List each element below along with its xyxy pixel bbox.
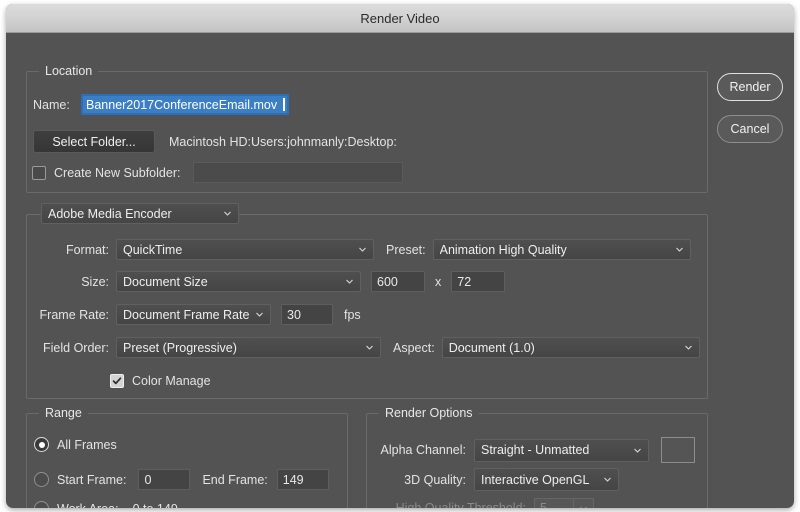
size-value: Document Size <box>123 275 339 289</box>
aspect-label: Aspect: <box>393 341 435 355</box>
field-order-value: Preset (Progressive) <box>123 341 359 355</box>
format-value: QuickTime <box>123 243 352 257</box>
fps-unit-label: fps <box>344 308 361 322</box>
high-quality-threshold-value: 5 <box>540 501 547 508</box>
chevron-down-icon <box>365 343 374 352</box>
create-subfolder-row: Create New Subfolder: <box>32 162 403 183</box>
high-quality-threshold-stepper <box>574 498 594 508</box>
name-input-value: Banner2017ConferenceEmail.mov <box>86 98 277 112</box>
start-frame-radio[interactable] <box>34 472 49 487</box>
all-frames-row[interactable]: All Frames <box>34 437 117 452</box>
encoder-engine-dropdown[interactable]: Adobe Media Encoder <box>41 203 239 224</box>
chevron-down-icon <box>579 504 588 509</box>
field-order-dropdown[interactable]: Preset (Progressive) <box>116 337 381 358</box>
high-quality-threshold-row: High Quality Threshold: 5 <box>372 498 594 508</box>
select-folder-label: Select Folder... <box>52 135 135 149</box>
chevron-down-icon <box>684 343 693 352</box>
folder-row: Select Folder... Macintosh HD:Users:john… <box>33 130 397 153</box>
frame-rate-value: Document Frame Rate <box>123 308 249 322</box>
start-frame-row: Start Frame: 0 End Frame: 149 <box>34 469 329 490</box>
chevron-down-icon <box>345 277 354 286</box>
end-frame-value: 149 <box>283 473 304 487</box>
name-label: Name: <box>33 98 81 112</box>
alpha-channel-dropdown[interactable]: Straight - Unmatted <box>474 439 649 462</box>
create-subfolder-label: Create New Subfolder: <box>54 166 180 180</box>
color-manage-row: Color Manage <box>110 374 211 388</box>
3d-quality-value: Interactive OpenGL <box>481 473 597 487</box>
subfolder-name-input[interactable] <box>193 162 403 183</box>
range-group-title: Range <box>39 406 88 420</box>
dialog-titlebar: Render Video <box>6 4 794 33</box>
work-area-row: Work Area: 0 to 149 <box>34 501 178 508</box>
name-row: Name: Banner2017ConferenceEmail.mov <box>33 94 289 115</box>
size-label: Size: <box>51 275 109 289</box>
text-caret <box>283 98 285 111</box>
fps-value: 30 <box>287 308 301 322</box>
width-input[interactable]: 600 <box>371 271 425 292</box>
3d-quality-row: 3D Quality: Interactive OpenGL <box>372 468 619 491</box>
render-video-dialog: Render Video Render Cancel Location Name… <box>6 4 794 508</box>
format-label: Format: <box>51 243 109 257</box>
frame-rate-dropdown[interactable]: Document Frame Rate <box>116 304 271 325</box>
end-frame-label: End Frame: <box>202 473 267 487</box>
render-button-label: Render <box>730 80 771 94</box>
location-group-title: Location <box>39 64 98 78</box>
cancel-button[interactable]: Cancel <box>717 115 783 143</box>
work-area-value: 0 to 149 <box>133 502 178 509</box>
fps-input[interactable]: 30 <box>281 304 333 325</box>
high-quality-threshold-input: 5 <box>534 498 574 508</box>
preset-label: Preset: <box>386 243 426 257</box>
alpha-channel-value: Straight - Unmatted <box>481 443 627 457</box>
name-input[interactable]: Banner2017ConferenceEmail.mov <box>81 94 289 115</box>
chevron-down-icon <box>633 446 642 455</box>
color-manage-checkbox[interactable] <box>110 374 124 388</box>
select-folder-button[interactable]: Select Folder... <box>33 130 155 153</box>
high-quality-threshold-label: High Quality Threshold: <box>372 501 526 508</box>
render-button[interactable]: Render <box>717 73 783 101</box>
format-row: Format: QuickTime Preset: Animation High… <box>51 239 691 260</box>
range-group: Range <box>26 413 348 508</box>
alpha-channel-row: Alpha Channel: Straight - Unmatted <box>372 437 695 463</box>
preset-value: Animation High Quality <box>440 243 669 257</box>
height-input[interactable]: 72 <box>451 271 505 292</box>
create-subfolder-checkbox[interactable] <box>32 166 46 180</box>
chevron-down-icon <box>255 310 264 319</box>
destination-path: Macintosh HD:Users:johnmanly:Desktop: <box>169 135 397 149</box>
dialog-body: Render Cancel Location Name: Banner2017C… <box>6 33 794 508</box>
preset-dropdown[interactable]: Animation High Quality <box>433 239 691 260</box>
dialog-title: Render Video <box>360 11 439 26</box>
frame-rate-label: Frame Rate: <box>32 308 109 322</box>
chevron-down-icon <box>223 209 232 218</box>
start-frame-input[interactable]: 0 <box>138 469 190 490</box>
encoder-engine-value: Adobe Media Encoder <box>48 207 217 221</box>
aspect-value: Document (1.0) <box>449 341 678 355</box>
size-dropdown[interactable]: Document Size <box>116 271 361 292</box>
matte-color-swatch[interactable] <box>661 437 695 463</box>
width-value: 600 <box>377 275 398 289</box>
all-frames-radio[interactable] <box>34 437 49 452</box>
render-options-group-title: Render Options <box>379 406 479 420</box>
frame-rate-row: Frame Rate: Document Frame Rate 30 fps <box>32 304 361 325</box>
work-area-label: Work Area: <box>57 502 119 509</box>
chevron-down-icon <box>603 475 612 484</box>
3d-quality-label: 3D Quality: <box>372 473 466 487</box>
all-frames-label: All Frames <box>57 438 117 452</box>
height-value: 72 <box>457 275 471 289</box>
work-area-radio[interactable] <box>34 501 49 508</box>
format-dropdown[interactable]: QuickTime <box>116 239 374 260</box>
size-row: Size: Document Size 600 x 72 <box>51 271 505 292</box>
start-frame-label: Start Frame: <box>57 473 126 487</box>
field-order-label: Field Order: <box>32 341 109 355</box>
alpha-channel-label: Alpha Channel: <box>372 443 466 457</box>
end-frame-input[interactable]: 149 <box>277 469 329 490</box>
size-separator: x <box>435 275 441 289</box>
3d-quality-dropdown[interactable]: Interactive OpenGL <box>474 468 619 491</box>
cancel-button-label: Cancel <box>731 122 770 136</box>
aspect-dropdown[interactable]: Document (1.0) <box>442 337 700 358</box>
field-order-row: Field Order: Preset (Progressive) Aspect… <box>32 337 700 358</box>
color-manage-label: Color Manage <box>132 374 211 388</box>
start-frame-value: 0 <box>144 473 151 487</box>
chevron-down-icon <box>358 245 367 254</box>
chevron-down-icon <box>675 245 684 254</box>
